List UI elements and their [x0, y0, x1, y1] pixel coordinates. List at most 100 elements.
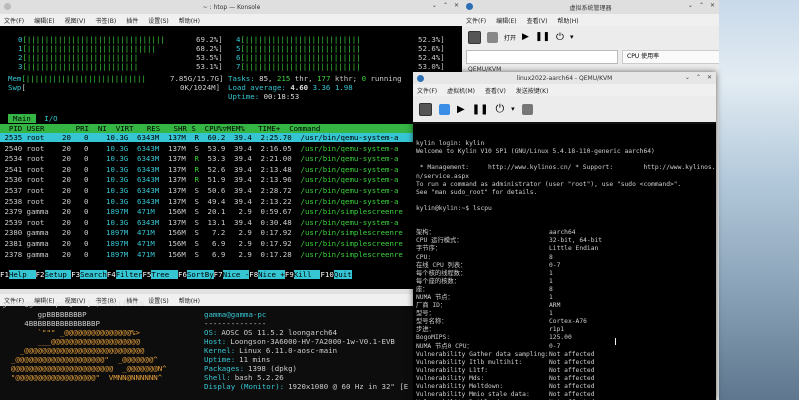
fkey-label[interactable]: Nice -: [222, 270, 250, 279]
process-mem: 39.4: [234, 175, 252, 185]
process-user: root: [26, 175, 49, 185]
menu-view[interactable]: 查看(V): [527, 16, 548, 25]
fkey-key[interactable]: F9: [284, 270, 294, 279]
maximize-icon[interactable]: ⌃: [696, 74, 701, 81]
qemu-titlebar[interactable]: linux2022-aarch64 - QEMU/KVM ⌄ ⌃ ✕: [413, 72, 716, 84]
menu-file[interactable]: 文件(F): [466, 16, 486, 25]
fkey-label[interactable]: Nice +: [258, 270, 285, 279]
open-console-icon[interactable]: [487, 31, 498, 43]
play-icon[interactable]: ▶: [522, 32, 529, 42]
fullscreen-icon[interactable]: [521, 103, 533, 115]
fastfetch-terminal[interactable]: gamma@gamma-pc [ ~ ] $ fastfetch gpBBBBB…: [0, 299, 463, 400]
process-s: S: [194, 143, 199, 153]
fkey-label[interactable]: Setup: [44, 270, 72, 279]
process-row[interactable]: 2536 root 20 0 10.3G 6343M 137M R 51.9 39.4 2:13.…: [0, 175, 463, 184]
maximize-icon[interactable]: ⌃: [443, 2, 448, 9]
fkey-label[interactable]: Quit: [333, 270, 352, 279]
ff-info-row: Shell: bash 5.2.26: [204, 373, 284, 382]
fkey-key[interactable]: F4: [106, 270, 116, 279]
htop-terminal[interactable]: 0 [||||||||||||||||||||||||||||||| 69.2%]…: [0, 26, 463, 290]
guest-console-terminal[interactable]: kylin login: kylin Welcome to Kylin V10 S…: [413, 124, 716, 400]
close-icon[interactable]: ✕: [710, 2, 715, 9]
qemu-app-icon: [417, 75, 424, 82]
process-row[interactable]: 2380 gamma 20 0 1897M 471M 156M S 7.2 2.9 0:17.9…: [0, 228, 463, 237]
process-column-header[interactable]: PID USER PRI NI VIRT RES SHR S CPU%▽MEM%…: [0, 124, 463, 134]
fkey-key[interactable]: F6: [178, 270, 187, 279]
vm-name-column[interactable]: [466, 50, 618, 64]
menu-help[interactable]: 帮助(H): [179, 16, 200, 25]
menu-edit[interactable]: 编辑(E): [34, 16, 54, 25]
fkey-label[interactable]: SortBy: [186, 270, 214, 279]
process-cpu: 6.9: [207, 239, 226, 248]
maximize-icon[interactable]: ⌃: [699, 2, 704, 9]
fkey-key[interactable]: F1: [0, 270, 9, 279]
process-row[interactable]: 2535 root 20 0 10.3G 6343M 137M R 60.2 39.4 2:25.…: [0, 133, 463, 143]
fastfetch-titlebar[interactable]: [0, 289, 463, 294]
fkey-label[interactable]: Filter: [115, 270, 143, 279]
menu-bookmarks[interactable]: 书签(B): [95, 16, 116, 25]
minimize-icon[interactable]: ⌄: [688, 2, 693, 9]
minimize-icon[interactable]: ⌄: [685, 74, 690, 81]
tab-io[interactable]: I/O: [40, 114, 61, 123]
open-button[interactable]: 打开: [504, 33, 516, 42]
cpu-usage-column-header[interactable]: CPU 使用率: [622, 50, 719, 64]
lscpu-value: Cortex-A76: [549, 318, 587, 326]
fkey-key[interactable]: F10: [320, 270, 334, 279]
power-menu-chevron-icon[interactable]: ▾: [511, 105, 515, 113]
minimize-icon[interactable]: ⌄: [432, 2, 437, 9]
vm-titlebar[interactable]: 虚拟系统管理器 ⌄ ⌃ ✕: [462, 0, 719, 14]
menu-settings[interactable]: 设置(S): [148, 16, 169, 25]
process-mem: 2.9: [234, 228, 252, 238]
fkey-key[interactable]: F8: [249, 270, 259, 279]
lscpu-row: 厂商 ID： ARM: [416, 302, 716, 310]
menu-plugins[interactable]: 插件: [126, 16, 138, 25]
process-mem: 39.4: [234, 196, 252, 206]
lscpu-value: 1: [549, 269, 553, 277]
process-row[interactable]: 2541 root 20 0 10.3G 6343M 137M R 52.6 39.4 2:13.…: [0, 165, 463, 174]
fkey-key[interactable]: F3: [71, 270, 81, 279]
menu-send-key[interactable]: 发送按键(K): [516, 86, 549, 95]
shell-prompt: gamma@gamma-pc [ ~ ] $ fastfetch: [2, 299, 145, 308]
menu-view[interactable]: 查看(V): [485, 86, 506, 95]
pause-icon[interactable]: ❚❚: [472, 104, 489, 115]
fkey-key[interactable]: F5: [142, 270, 152, 279]
menu-file[interactable]: 文件(F): [4, 16, 24, 25]
fkey-label[interactable]: Help: [8, 270, 36, 279]
pause-icon[interactable]: ❚❚: [535, 32, 550, 42]
new-vm-icon[interactable]: [468, 30, 481, 44]
fkey-label[interactable]: Kill: [293, 270, 321, 279]
details-icon[interactable]: [439, 103, 450, 115]
fkey-key[interactable]: F7: [213, 270, 223, 279]
menu-view[interactable]: 视图(V): [65, 16, 86, 25]
process-row[interactable]: 2539 root 20 0 10.3G 6343M 137M S 13.1 39.4 0:30.…: [0, 218, 463, 227]
vm-toolbar: 打开 ▶ ❚❚ ⏻ ▾: [462, 26, 719, 48]
close-icon[interactable]: ✕: [454, 2, 459, 9]
cpu-pct: 53.5%]: [196, 53, 223, 62]
power-icon[interactable]: ⏻: [495, 102, 504, 116]
power-icon[interactable]: ⏻: [556, 32, 564, 43]
process-row[interactable]: 2537 root 20 0 10.3G 6343M 137M S 50.6 39.4 2:28.…: [0, 186, 463, 195]
ff-info-value: bash 5.2.26: [234, 373, 284, 382]
play-icon[interactable]: ▶: [457, 104, 465, 115]
process-row[interactable]: 2378 gamma 20 0 1897M 471M 156M S 6.9 2.9 0:17.2…: [0, 250, 463, 259]
close-icon[interactable]: ✕: [707, 74, 712, 81]
menu-help[interactable]: 帮助(H): [557, 16, 578, 25]
fkey-label[interactable]: Search: [80, 270, 107, 279]
fkey-key[interactable]: F2: [35, 270, 45, 279]
console-icon[interactable]: [419, 102, 432, 116]
process-row[interactable]: 2534 root 20 0 10.3G 6343M 137M R 53.3 39.4 2:21.…: [0, 154, 463, 163]
menu-file[interactable]: 文件(F): [417, 86, 437, 95]
process-cpu: 7.2: [207, 228, 226, 238]
process-cpu: 6.9: [207, 249, 226, 259]
process-row[interactable]: 2538 root 20 0 10.3G 6343M 137M S 49.4 39.4 2:13.…: [0, 197, 463, 206]
htop-titlebar[interactable]: ~ : htop — Konsole ⌄ ⌃ ✕: [0, 0, 463, 14]
process-row[interactable]: 2379 gamma 20 0 1897M 471M 156M S 20.1 2.9 0:59.6…: [0, 207, 463, 216]
process-pid: 2540: [0, 143, 23, 153]
menu-vm[interactable]: 虚拟机(M): [447, 86, 475, 95]
power-menu-chevron-icon[interactable]: ▾: [570, 33, 574, 41]
menu-edit[interactable]: 编辑(E): [496, 16, 516, 25]
process-row[interactable]: 2381 gamma 20 0 1897M 471M 156M S 6.9 2.9 0:17.9…: [0, 239, 463, 248]
tab-main[interactable]: Main: [8, 114, 36, 123]
fkey-label[interactable]: Tree: [151, 270, 179, 279]
process-row[interactable]: 2540 root 20 0 10.3G 6343M 137M S 53.9 39.4 2:16.…: [0, 144, 463, 153]
